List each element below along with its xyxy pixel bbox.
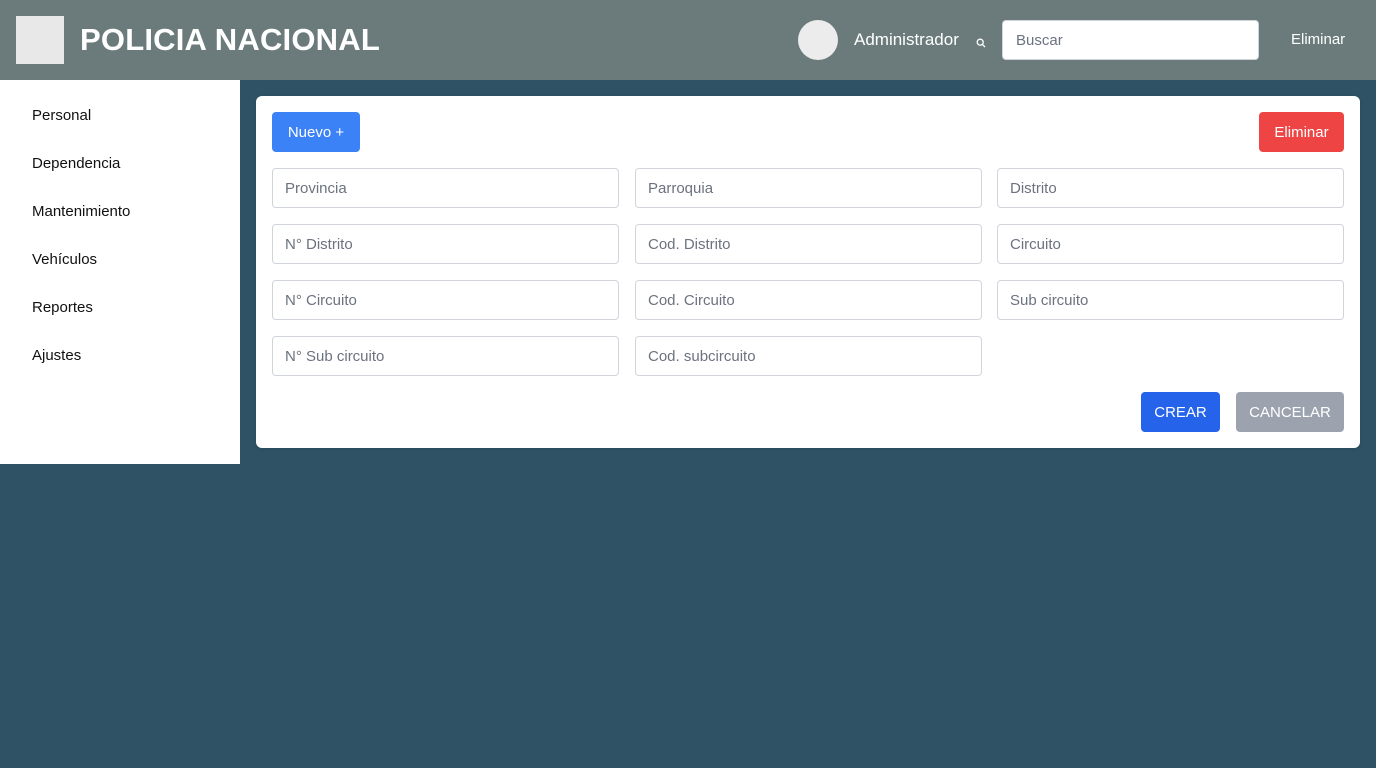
cod-circuito-field[interactable] bbox=[635, 280, 982, 320]
sidebar-item-reportes[interactable]: Reportes bbox=[0, 298, 240, 346]
sub-circuito-field[interactable] bbox=[997, 280, 1344, 320]
header-delete-link[interactable]: Eliminar bbox=[1291, 31, 1345, 49]
sidebar-item-mantenimiento[interactable]: Mantenimiento bbox=[0, 202, 240, 250]
delete-button[interactable]: Eliminar bbox=[1259, 112, 1344, 152]
parroquia-field[interactable] bbox=[635, 168, 982, 208]
new-button[interactable]: Nuevo + bbox=[272, 112, 360, 152]
sidebar-item-dependencia[interactable]: Dependencia bbox=[0, 154, 240, 202]
app-title: POLICIA NACIONAL bbox=[80, 22, 380, 57]
form-card: Nuevo + Eliminar CREAR CANCELAR bbox=[256, 96, 1360, 448]
create-button[interactable]: CREAR bbox=[1141, 392, 1220, 432]
top-bar: POLICIA NACIONAL Administrador Eliminar bbox=[0, 0, 1376, 80]
cod-subcircuito-field[interactable] bbox=[635, 336, 982, 376]
avatar[interactable] bbox=[798, 20, 838, 60]
cancel-button[interactable]: CANCELAR bbox=[1236, 392, 1344, 432]
numero-circuito-field[interactable] bbox=[272, 280, 619, 320]
search-input[interactable] bbox=[1002, 20, 1259, 60]
sidebar-item-ajustes[interactable]: Ajustes bbox=[0, 346, 240, 394]
search-icon bbox=[976, 35, 986, 48]
numero-distrito-field[interactable] bbox=[272, 224, 619, 264]
numero-sub-circuito-field[interactable] bbox=[272, 336, 619, 376]
logo-image bbox=[16, 16, 64, 64]
provincia-field[interactable] bbox=[272, 168, 619, 208]
circuito-field[interactable] bbox=[997, 224, 1344, 264]
cod-distrito-field[interactable] bbox=[635, 224, 982, 264]
sidebar-item-personal[interactable]: Personal bbox=[0, 106, 240, 154]
sidebar: Personal Dependencia Mantenimiento Vehíc… bbox=[0, 80, 240, 464]
sidebar-item-vehiculos[interactable]: Vehículos bbox=[0, 250, 240, 298]
user-name: Administrador bbox=[854, 30, 959, 49]
distrito-field[interactable] bbox=[997, 168, 1344, 208]
